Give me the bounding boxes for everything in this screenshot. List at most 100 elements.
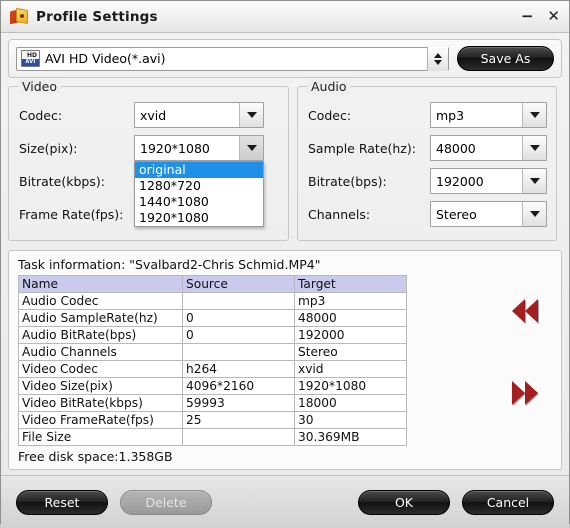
navigation-arrows bbox=[497, 251, 553, 469]
row-cell-source: h264 bbox=[182, 360, 295, 378]
row-cell-name: Audio Codec bbox=[18, 292, 183, 310]
table-row[interactable]: Audio SampleRate(hz) 0 48000 bbox=[18, 309, 407, 327]
row-cell-name: Audio BitRate(bps) bbox=[18, 326, 183, 344]
video-codec-value: xvid bbox=[140, 107, 167, 123]
title-bar: Profile Settings − ✕ bbox=[1, 1, 569, 33]
double-arrow-left-icon[interactable] bbox=[512, 299, 538, 323]
video-group: Video Codec: xvid Size(pix): 1920*1080 o… bbox=[8, 79, 289, 241]
video-size-option-1280x720[interactable]: 1280*720 bbox=[135, 178, 263, 194]
save-as-button[interactable]: Save As bbox=[457, 46, 554, 71]
audio-codec-value: mp3 bbox=[436, 107, 465, 123]
audio-channels-combo[interactable]: Stereo bbox=[430, 201, 547, 227]
format-icon-avi-label: AVI bbox=[22, 59, 39, 66]
task-information-panel: Task information: "Svalbard2-Chris Schmi… bbox=[8, 250, 562, 470]
table-row[interactable]: Audio Channels Stereo bbox=[18, 343, 407, 361]
table-row[interactable]: Video FrameRate(fps) 25 30 bbox=[18, 411, 407, 429]
table-row[interactable]: File Size 30.369MB bbox=[18, 428, 407, 446]
row-cell-source: 0 bbox=[182, 309, 295, 327]
audio-samplerate-chevron-down-icon bbox=[522, 136, 546, 160]
profile-format-combo[interactable]: HD AVI AVI HD Video(*.avi) bbox=[16, 46, 449, 71]
audio-channels-label: Channels: bbox=[308, 206, 371, 222]
row-cell-name: Audio SampleRate(hz) bbox=[18, 309, 183, 327]
video-size-value: 1920*1080 bbox=[140, 140, 210, 156]
audio-bitrate-chevron-down-icon bbox=[522, 169, 546, 193]
row-cell-name: Video FrameRate(fps) bbox=[18, 411, 183, 429]
close-button[interactable]: ✕ bbox=[547, 9, 560, 24]
ok-button[interactable]: OK bbox=[358, 489, 450, 515]
row-cell-target: 192000 bbox=[294, 326, 407, 344]
row-cell-target: 1920*1080 bbox=[294, 377, 407, 395]
audio-samplerate-row: Sample Rate(hz): 48000 bbox=[308, 134, 547, 162]
row-cell-source: 25 bbox=[182, 411, 295, 429]
video-size-option-1920x1080[interactable]: 1920*1080 bbox=[135, 210, 263, 226]
settings-groups: Video Codec: xvid Size(pix): 1920*1080 o… bbox=[8, 79, 562, 241]
row-cell-source bbox=[182, 343, 295, 361]
video-size-row: Size(pix): 1920*1080 original 1280*720 1… bbox=[19, 134, 278, 227]
video-size-option-1440x1080[interactable]: 1440*1080 bbox=[135, 194, 263, 210]
profile-selector-panel: HD AVI AVI HD Video(*.avi) Save As bbox=[8, 39, 562, 78]
dialog-footer: Reset Delete OK Cancel bbox=[1, 475, 569, 528]
spinner-down-icon bbox=[434, 59, 442, 65]
video-codec-label: Codec: bbox=[19, 107, 63, 123]
reset-button[interactable]: Reset bbox=[16, 489, 108, 515]
row-cell-source: 0 bbox=[182, 326, 295, 344]
row-cell-name: File Size bbox=[18, 428, 183, 446]
video-codec-chevron-down-icon bbox=[239, 103, 263, 127]
video-bitrate-label: Bitrate(kbps): bbox=[19, 173, 105, 189]
row-cell-target: Stereo bbox=[294, 343, 407, 361]
row-cell-name: Audio Channels bbox=[18, 343, 183, 361]
row-cell-target: 48000 bbox=[294, 309, 407, 327]
table-row[interactable]: Audio Codec mp3 bbox=[18, 292, 407, 310]
audio-codec-chevron-down-icon bbox=[522, 103, 546, 127]
row-cell-name: Video Codec bbox=[18, 360, 183, 378]
video-size-dropdown-list[interactable]: original 1280*720 1440*1080 1920*1080 bbox=[134, 161, 264, 227]
row-cell-source: 4096*2160 bbox=[182, 377, 295, 395]
table-row[interactable]: Audio BitRate(bps) 0 192000 bbox=[18, 326, 407, 344]
table-header-row: Name Source Target bbox=[18, 275, 407, 293]
audio-samplerate-combo[interactable]: 48000 bbox=[430, 135, 547, 161]
task-information-body: Audio Codec mp3 Audio SampleRate(hz) 0 48000… bbox=[18, 292, 407, 446]
audio-codec-label: Codec: bbox=[308, 107, 352, 123]
delete-button: Delete bbox=[120, 489, 212, 515]
profile-format-value: AVI HD Video(*.avi) bbox=[45, 51, 166, 66]
spinner-up-icon bbox=[434, 52, 442, 58]
audio-bitrate-row: Bitrate(bps): 192000 bbox=[308, 167, 547, 195]
table-row[interactable]: Video Codec h264 xvid bbox=[18, 360, 407, 378]
table-row[interactable]: Video Size(pix) 4096*2160 1920*1080 bbox=[18, 377, 407, 395]
audio-group-title: Audio bbox=[307, 79, 351, 94]
video-codec-combo[interactable]: xvid bbox=[134, 102, 264, 128]
row-cell-target: 30 bbox=[294, 411, 407, 429]
video-codec-row: Codec: xvid bbox=[19, 101, 278, 129]
row-cell-name: Video Size(pix) bbox=[18, 377, 183, 395]
audio-bitrate-combo[interactable]: 192000 bbox=[430, 168, 547, 194]
audio-channels-row: Channels: Stereo bbox=[308, 200, 547, 228]
audio-bitrate-label: Bitrate(bps): bbox=[308, 173, 387, 189]
audio-samplerate-value: 48000 bbox=[436, 140, 476, 156]
row-cell-name: Video BitRate(kbps) bbox=[18, 394, 183, 412]
video-size-option-original[interactable]: original bbox=[135, 162, 263, 178]
task-information-title: Task information: "Svalbard2-Chris Schmi… bbox=[18, 257, 321, 272]
video-size-chevron-down-icon bbox=[239, 136, 263, 160]
cancel-button[interactable]: Cancel bbox=[462, 489, 554, 515]
video-size-combo[interactable]: 1920*1080 bbox=[134, 135, 264, 161]
profile-spinner[interactable] bbox=[427, 46, 448, 71]
minimize-button[interactable]: − bbox=[521, 9, 534, 24]
row-cell-target: 18000 bbox=[294, 394, 407, 412]
free-disk-space-label: Free disk space:1.358GB bbox=[18, 449, 173, 464]
video-group-title: Video bbox=[18, 79, 62, 94]
audio-codec-combo[interactable]: mp3 bbox=[430, 102, 547, 128]
table-row[interactable]: Video BitRate(kbps) 59993 18000 bbox=[18, 394, 407, 412]
column-header-target: Target bbox=[294, 275, 407, 293]
video-framerate-label: Frame Rate(fps): bbox=[19, 206, 124, 222]
task-information-table: Name Source Target Audio Codec mp3 Audio S… bbox=[18, 275, 407, 446]
window-title: Profile Settings bbox=[36, 8, 158, 25]
profile-settings-icon bbox=[9, 7, 29, 27]
audio-channels-value: Stereo bbox=[436, 206, 477, 222]
profile-settings-window: Profile Settings − ✕ HD AVI AVI HD Video… bbox=[0, 0, 570, 528]
video-size-label: Size(pix): bbox=[19, 140, 78, 156]
window-controls: − ✕ bbox=[521, 1, 560, 32]
audio-group: Audio Codec: mp3 Sample Rate(hz): 48000 … bbox=[297, 79, 557, 241]
row-cell-target: mp3 bbox=[294, 292, 407, 310]
row-cell-source: 59993 bbox=[182, 394, 295, 412]
double-arrow-right-icon[interactable] bbox=[512, 381, 538, 405]
